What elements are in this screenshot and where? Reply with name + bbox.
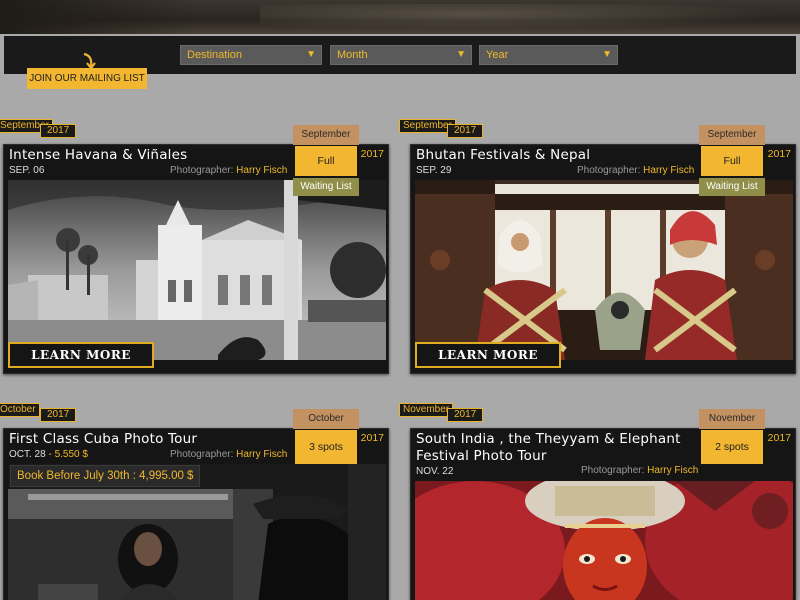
card-photographer: Photographer: Harry Fisch — [581, 465, 699, 476]
waiting-list-button[interactable]: Waiting List — [293, 178, 359, 196]
card-photographer: Photographer: Harry Fisch — [170, 165, 288, 176]
status-spots: 3 spots — [295, 430, 357, 464]
chevron-down-icon: ▼ — [306, 49, 316, 60]
card-year: 2017 — [360, 148, 384, 160]
card-year-tag: 2017 — [447, 408, 484, 422]
card-year-tag: 2017 — [40, 124, 77, 138]
status-month: November — [699, 409, 765, 429]
card-photographer: Photographer: Harry Fisch — [577, 165, 695, 176]
photographer-link[interactable]: Harry Fisch — [236, 449, 287, 460]
hero-banner-image — [0, 0, 800, 34]
card-year-tag: 2017 — [447, 124, 484, 138]
chevron-down-icon: ▼ — [602, 49, 612, 60]
learn-more-button[interactable]: LEARN MORE — [415, 342, 561, 368]
card-year-tag: 2017 — [40, 408, 77, 422]
card-date: NOV. 22 — [416, 466, 454, 477]
learn-more-button[interactable]: LEARN MORE — [8, 342, 154, 368]
status-full: Full — [295, 146, 357, 176]
card-year: 2017 — [360, 432, 384, 444]
card-title: South India , the Theyyam & Elephant Fes… — [416, 431, 681, 464]
month-select[interactable]: Month ▼ — [330, 45, 472, 65]
card-title: Bhutan Festivals & Nepal — [416, 147, 591, 163]
photographer-link[interactable]: Harry Fisch — [236, 165, 287, 176]
status-full: Full — [701, 146, 763, 176]
card-month-tag: October — [0, 403, 40, 417]
card-month-tag: November — [399, 403, 454, 417]
photographer-link[interactable]: Harry Fisch — [643, 165, 694, 176]
card-date: SEP. 29 — [416, 165, 452, 176]
status-month: September — [699, 125, 765, 145]
status-month: September — [293, 125, 359, 145]
card-title: Intense Havana & Viñales — [9, 147, 188, 163]
year-select-label: Year — [486, 49, 509, 61]
month-select-label: Month — [337, 49, 368, 61]
destination-select[interactable]: Destination ▼ — [180, 45, 322, 65]
destination-select-label: Destination — [187, 49, 243, 61]
card-price: 5.550 $ — [54, 449, 88, 460]
tour-photo-havana[interactable] — [8, 180, 386, 360]
status-spots: 2 spots — [701, 430, 763, 464]
card-date: OCT. 28 - 5.550 $ — [9, 449, 88, 460]
tour-photo-bhutan[interactable] — [415, 180, 793, 360]
status-month: October — [293, 409, 359, 429]
card-year: 2017 — [767, 148, 791, 160]
photographer-link[interactable]: Harry Fisch — [647, 465, 698, 476]
card-year: 2017 — [767, 432, 791, 444]
card-date: SEP. 06 — [9, 165, 45, 176]
year-select[interactable]: Year ▼ — [479, 45, 618, 65]
chevron-down-icon: ▼ — [456, 49, 466, 60]
promo-badge: Book Before July 30th : 4,995.00 $ — [10, 465, 201, 487]
mailing-list-button[interactable]: JOIN OUR MAILING LIST — [27, 68, 147, 89]
tour-photo-south-india[interactable] — [415, 481, 793, 600]
card-photographer: Photographer: Harry Fisch — [170, 449, 288, 460]
card-title: First Class Cuba Photo Tour — [9, 431, 198, 447]
waiting-list-button[interactable]: Waiting List — [699, 178, 765, 196]
